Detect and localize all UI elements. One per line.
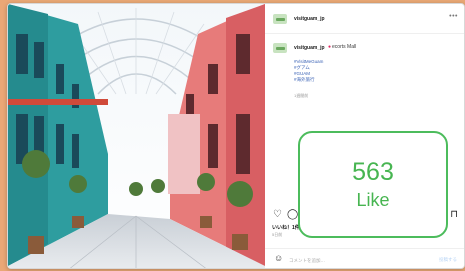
heart-icon[interactable]: ♡ (273, 209, 282, 221)
avatar[interactable] (273, 43, 287, 53)
comment-bar: ☺ 投稿する (265, 248, 464, 268)
caption-timestamp: 1週間前 (294, 93, 309, 98)
hashtag-list: #VisitMeGuam #グアム #GUAM #海外旅行 (294, 59, 323, 83)
mall-street-photo (8, 4, 265, 268)
post-comment-button[interactable]: 投稿する (439, 257, 457, 263)
emoji-icon[interactable]: ☺ (274, 253, 283, 263)
location-pin-icon: ● (328, 44, 332, 50)
post-photo[interactable] (8, 4, 265, 268)
like-label: Like (356, 190, 390, 210)
more-icon[interactable]: ••• (449, 13, 458, 20)
post-header: visitguam_jp ••• (265, 4, 464, 34)
likes-count-line[interactable]: いいね！1件 (272, 224, 300, 231)
location-name: ecorts Mall (332, 44, 357, 50)
like-count: 563 (352, 158, 394, 186)
comment-icon[interactable]: ◯ (287, 209, 298, 221)
bookmark-icon[interactable]: ⊓ (450, 209, 458, 221)
caption-username[interactable]: visitguam_jp (294, 45, 325, 51)
post-date: 5日前 (272, 232, 283, 237)
comment-input[interactable] (289, 255, 409, 265)
avatar[interactable] (273, 14, 287, 24)
hashtag[interactable]: #海外旅行 (294, 77, 323, 83)
location-tag[interactable]: ●ecorts Mall (328, 44, 356, 50)
username[interactable]: visitguam_jp (294, 16, 325, 22)
like-count-overlay: 563 Like (298, 131, 448, 238)
